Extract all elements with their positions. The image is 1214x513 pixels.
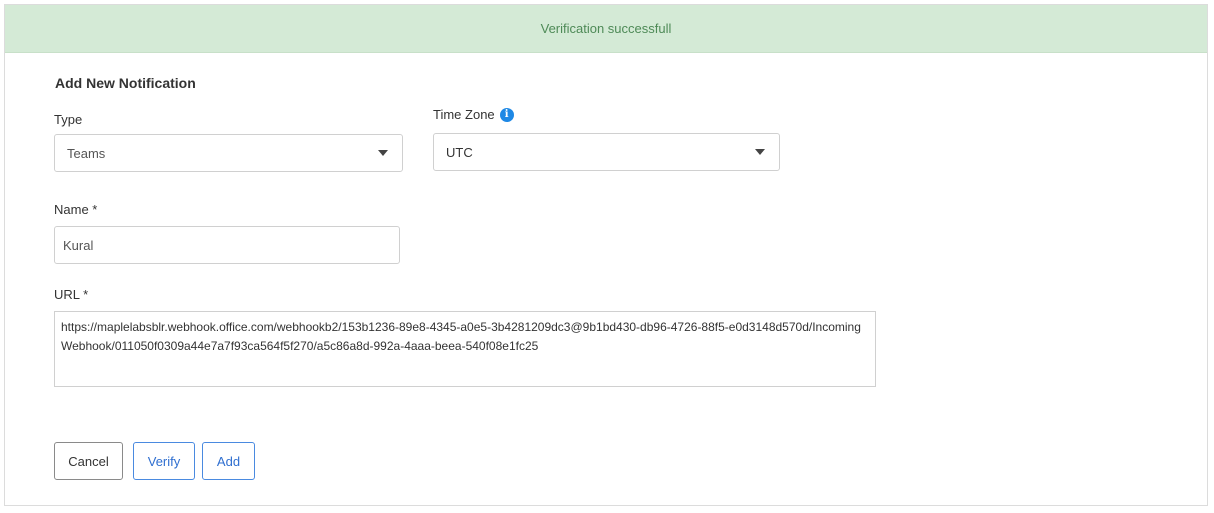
name-label: Name * xyxy=(54,202,97,217)
name-label-text: Name * xyxy=(54,202,98,217)
notification-panel: Verification successfull Add New Notific… xyxy=(4,4,1208,506)
url-label-text: URL * xyxy=(54,287,89,302)
form-title: Add New Notification xyxy=(55,75,196,91)
page: Verification successfull Add New Notific… xyxy=(0,0,1214,513)
info-icon[interactable]: i xyxy=(499,107,514,122)
name-input[interactable]: Kural xyxy=(54,226,400,264)
name-input-value: Kural xyxy=(63,237,94,253)
banner-message: Verification successfull xyxy=(540,21,672,36)
type-label: Type xyxy=(54,112,82,127)
url-label: URL * xyxy=(54,287,88,302)
verify-button[interactable]: Verify xyxy=(133,442,195,480)
add-button[interactable]: Add xyxy=(202,442,255,480)
chevron-down-icon xyxy=(755,149,765,155)
url-textarea[interactable]: https://maplelabsblr.webhook.office.com/… xyxy=(54,311,876,387)
timezone-label: Time Zone i xyxy=(433,107,514,122)
type-select-value: Teams xyxy=(67,145,106,161)
timezone-select-value: UTC xyxy=(446,144,473,160)
success-banner: Verification successfull xyxy=(5,5,1207,53)
timezone-select[interactable]: UTC xyxy=(433,133,780,171)
type-label-text: Type xyxy=(54,112,83,127)
type-select[interactable]: Teams xyxy=(54,134,403,172)
chevron-down-icon xyxy=(378,150,388,156)
cancel-button[interactable]: Cancel xyxy=(54,442,123,480)
timezone-label-text: Time Zone xyxy=(433,107,495,122)
